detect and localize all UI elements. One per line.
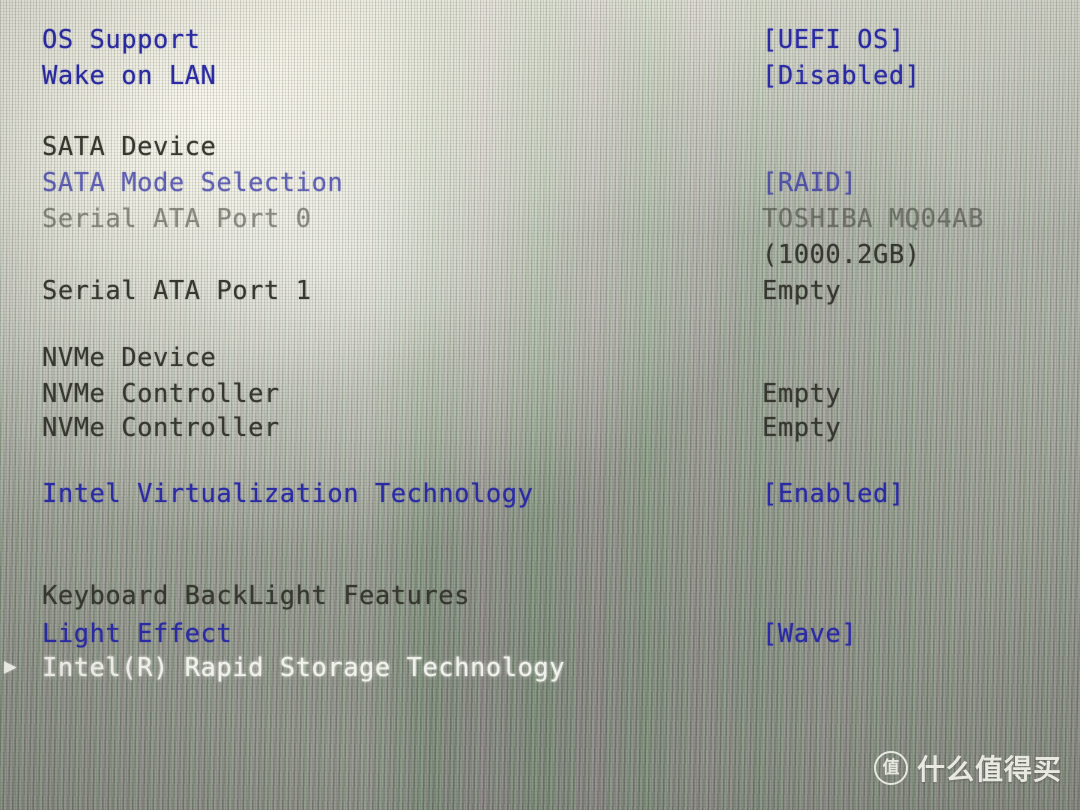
smzdm-watermark: 值 什么值得买 — [873, 748, 1062, 788]
smzdm-watermark-text: 什么值得买 — [916, 753, 1062, 786]
bios-setup-screen: OS Support[UEFI OS]Wake on LAN[Disabled]… — [0, 0, 1080, 810]
smzdm-logo-icon: 值 — [873, 751, 908, 785]
photo-vignette — [0, 0, 1080, 810]
